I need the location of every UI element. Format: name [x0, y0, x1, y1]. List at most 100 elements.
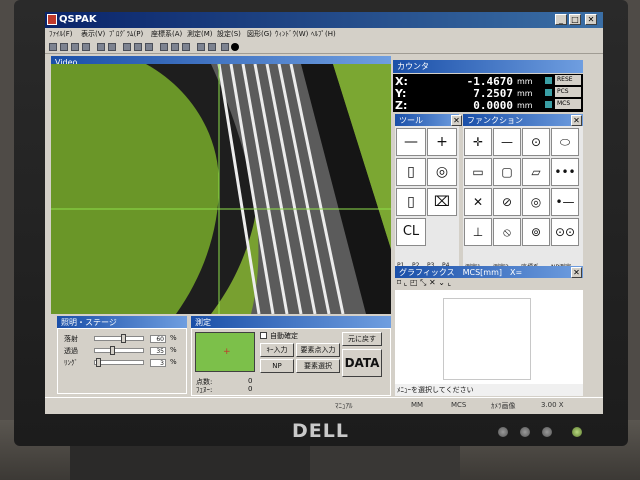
monitor-button-2[interactable] — [520, 427, 530, 437]
x-axis-unit: mm — [517, 77, 533, 86]
z-axis-indicator — [545, 101, 552, 108]
paste-icon[interactable] — [145, 43, 153, 51]
pcs-button[interactable]: PCS — [555, 87, 581, 97]
copy-icon[interactable] — [134, 43, 142, 51]
line-function-icon[interactable]: — — [493, 128, 521, 156]
box-tool-icon[interactable]: ▯ — [396, 188, 426, 216]
distance-function-icon[interactable]: •—• — [551, 188, 579, 235]
tangent-function-icon[interactable]: ⊘ — [493, 188, 521, 216]
menu-settings[interactable]: 設定(S) — [217, 29, 241, 39]
lighting-slider[interactable] — [94, 358, 144, 367]
menu-view[interactable]: 表示(V) — [81, 29, 105, 39]
data-button[interactable]: DATA — [342, 349, 382, 377]
frame-tool-icon[interactable]: ⌧ — [427, 188, 457, 216]
intersection-function-icon[interactable]: ✕ — [464, 188, 492, 216]
list-icon[interactable] — [160, 43, 168, 51]
menu-program[interactable]: ﾌﾟﾛｸﾞﾗﾑ(P) — [109, 29, 143, 39]
menu-help[interactable]: ﾍﾙﾌﾟ(H) — [311, 29, 336, 39]
menu-coordinate[interactable]: 座標系(A) — [151, 29, 182, 39]
menu-measure[interactable]: 測定(M) — [187, 29, 213, 39]
cut-icon[interactable] — [123, 43, 131, 51]
slider-thumb[interactable] — [110, 346, 115, 355]
eye-icon[interactable] — [197, 43, 205, 51]
circle-pair-function-icon[interactable]: ⊙⊙ — [551, 218, 579, 246]
step-back-icon[interactable] — [97, 43, 105, 51]
monitor-power-button[interactable] — [572, 427, 582, 437]
ellipse-function-icon[interactable]: ⬭ — [551, 128, 579, 156]
target-icon: + — [223, 347, 231, 357]
slot-function-icon[interactable]: ▢ — [493, 158, 521, 186]
counter-title: カウンタ — [393, 60, 583, 73]
step-icon[interactable] — [108, 43, 116, 51]
lighting-value[interactable]: 35 — [150, 347, 166, 355]
open-folder-icon[interactable] — [60, 43, 68, 51]
close-button[interactable]: ✕ — [585, 14, 597, 25]
slider-thumb[interactable] — [121, 334, 126, 343]
circle-function-icon[interactable]: ⊙ — [522, 128, 550, 156]
lighting-label: ﾘﾝｸﾞ — [64, 359, 78, 367]
monitor-button-3[interactable] — [542, 427, 552, 437]
status-unit: MM — [411, 401, 424, 409]
graphics-toolbar: ⌑ ⌞ ◰ ⤡ ✕ ⌄ ⌞ — [395, 278, 583, 290]
status-camera: ｶﾒﾗ画像 — [491, 402, 516, 410]
restore-button[interactable]: 元に戻す — [342, 332, 382, 346]
new-file-icon[interactable] — [49, 43, 57, 51]
print-icon[interactable] — [82, 43, 90, 51]
parallelogram-function-icon[interactable]: ▱ — [522, 158, 550, 186]
frame-icon[interactable] — [182, 43, 190, 51]
rectangle-function-icon[interactable]: ▭ — [464, 158, 492, 186]
video-view[interactable] — [51, 64, 391, 314]
circle-tool-icon[interactable]: ◎ — [427, 158, 457, 186]
auto-confirm-checkbox[interactable] — [260, 332, 267, 339]
grid-icon[interactable] — [171, 43, 179, 51]
record-icon[interactable] — [231, 43, 239, 51]
mcs-button[interactable]: MCS — [555, 99, 581, 109]
menu-file[interactable]: ﾌｧｲﾙ(F) — [49, 29, 73, 39]
tools-close-button[interactable]: ✕ — [451, 115, 462, 126]
angle-function-icon[interactable]: ⦸ — [493, 218, 521, 246]
toolbar — [45, 40, 603, 54]
measure-panel: + 自動確定 元に戻す ｷｰ入力 要素点入力 NP 要素選択 DATA 点数: … — [191, 328, 391, 396]
two-circles-function-icon[interactable]: ◎ — [522, 188, 550, 216]
functions-panel: ✛ — ⊙ ⬭ ▭ ▢ ▱ ••• ✕ ⊘ ◎ •—• ⊥ ⦸ ⊚ ⊙⊙ 測定1… — [463, 126, 583, 274]
crosshair-tool-icon[interactable]: + — [427, 128, 457, 156]
minimize-button[interactable]: _ — [555, 14, 567, 25]
element-point-input-button[interactable]: 要素点入力 — [296, 343, 340, 357]
monitor-button-1[interactable] — [498, 427, 508, 437]
element-select-button[interactable]: 要素選択 — [296, 359, 340, 373]
slider-thumb[interactable] — [96, 358, 101, 367]
lighting-percent: % — [170, 358, 177, 366]
circle-point-function-icon[interactable]: ⊚ — [522, 218, 550, 246]
functions-close-button[interactable]: ✕ — [571, 115, 582, 126]
save-icon[interactable] — [71, 43, 79, 51]
arrow-left-icon[interactable] — [208, 43, 216, 51]
lighting-label: 落射 — [64, 335, 78, 343]
line-tool-icon[interactable]: — — [396, 128, 426, 156]
z-axis-value: 0.0000 — [473, 99, 513, 112]
lighting-slider[interactable] — [94, 346, 144, 355]
status-coord: MCS — [451, 401, 467, 409]
status-zoom: 3.00 X — [541, 401, 564, 409]
x-reset-button[interactable]: RESE — [555, 75, 581, 85]
height-function-icon[interactable]: ⊥ — [464, 218, 492, 246]
lighting-value[interactable]: 3 — [150, 359, 166, 367]
cl-tool[interactable]: CL — [396, 218, 426, 246]
menu-window[interactable]: ｳｨﾝﾄﾞｳ(W) — [275, 29, 308, 39]
graphics-tool-icons[interactable]: ⌑ ⌞ ◰ ⤡ ✕ ⌄ ⌞ — [397, 278, 451, 287]
app-titlebar: QSPAK _ □ ✕ — [45, 12, 603, 28]
points-value: 0 — [248, 377, 253, 385]
pitch-function-icon[interactable]: ••• — [551, 158, 579, 186]
lighting-label: 透過 — [64, 347, 78, 355]
graphics-canvas[interactable] — [443, 298, 531, 380]
pointer-icon[interactable] — [221, 43, 229, 51]
edge-box-tool-icon[interactable]: ▯ — [396, 158, 426, 186]
maximize-button[interactable]: □ — [569, 14, 581, 25]
graphics-panel[interactable]: ⌑ ⌞ ◰ ⤡ ✕ ⌄ ⌞ ﾒﾆｭｰを選択してください — [395, 278, 583, 396]
key-input-button[interactable]: ｷｰ入力 — [260, 343, 294, 357]
point-function-icon[interactable]: ✛ — [464, 128, 492, 156]
lighting-slider[interactable] — [94, 334, 144, 343]
lighting-value[interactable]: 60 — [150, 335, 166, 343]
graphics-close-button[interactable]: ✕ — [571, 267, 582, 278]
menu-shape[interactable]: 図形(G) — [247, 29, 272, 39]
np-button[interactable]: NP — [260, 359, 294, 373]
